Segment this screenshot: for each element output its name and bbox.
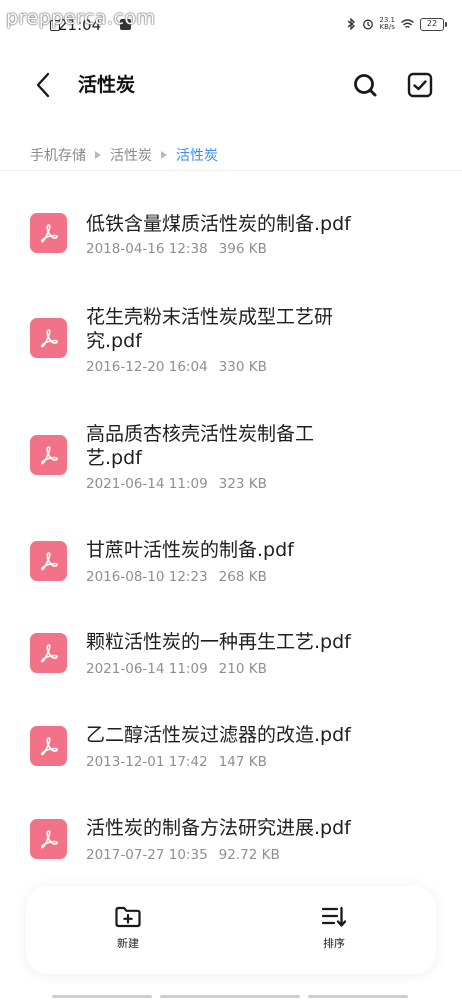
file-size: 92.72 KB — [218, 847, 280, 863]
checkbox-icon — [407, 72, 433, 98]
file-date: 2018-04-16 12:38 — [86, 241, 208, 257]
search-icon — [354, 74, 377, 97]
file-meta: 2013-12-01 17:42 147 KB — [86, 754, 267, 770]
file-name: 高品质杏核壳活性炭制备工艺.pdf — [86, 423, 315, 469]
nav-indicator — [160, 995, 300, 998]
nav-indicator — [308, 995, 408, 998]
file-row[interactable]: 活性炭的制备方法研究进展.pdf 2017-07-27 10:35 92.72 … — [0, 806, 462, 876]
new-folder-icon — [115, 906, 141, 928]
bluetooth-icon — [347, 18, 356, 30]
file-size: 396 KB — [218, 241, 267, 257]
file-name: 颗粒活性炭的一种再生工艺.pdf — [86, 631, 351, 653]
breadcrumb-separator-icon — [161, 151, 167, 159]
file-date: 2016-12-20 16:04 — [86, 359, 208, 375]
file-date: 2013-12-01 17:42 — [86, 754, 208, 770]
sort-label: 排序 — [323, 937, 345, 950]
pdf-file-icon — [30, 318, 67, 358]
file-row[interactable]: 低铁含量煤质活性炭的制备.pdf 2018-04-16 12:38 396 KB — [0, 200, 462, 270]
file-meta: 2021-06-14 11:09 210 KB — [86, 661, 267, 677]
file-manager-screen: 21:04 prepperca.com 23.1 KB/s 22 活性炭 手机存… — [0, 0, 462, 1000]
pdf-file-icon — [30, 541, 67, 581]
breadcrumb-item-current: 活性炭 — [176, 148, 218, 164]
pdf-file-icon — [30, 213, 67, 253]
battery-indicator: 22 — [420, 17, 447, 31]
network-speed: 23.1 KB/s — [379, 16, 395, 31]
alarm-icon — [363, 19, 374, 30]
multi-select-button[interactable] — [404, 69, 436, 101]
new-folder-button[interactable]: 新建 — [98, 904, 158, 960]
watermark: prepperca.com — [6, 7, 156, 29]
breadcrumb-separator-icon — [95, 151, 101, 159]
file-name: 活性炭的制备方法研究进展.pdf — [86, 817, 351, 839]
app-header: 活性炭 — [0, 56, 462, 114]
search-button[interactable] — [349, 69, 381, 101]
bottom-action-bar: 新建 排序 — [26, 886, 436, 974]
file-row[interactable]: 甘蔗叶活性炭的制备.pdf 2016-08-10 12:23 268 KB — [0, 528, 462, 598]
file-name: 花生壳粉末活性炭成型工艺研究.pdf — [86, 306, 334, 352]
file-date: 2021-06-14 11:09 — [86, 661, 208, 677]
file-meta: 2016-08-10 12:23 268 KB — [86, 569, 267, 585]
file-size: 323 KB — [218, 476, 267, 492]
file-row[interactable]: 花生壳粉末活性炭成型工艺研究.pdf 2016-12-20 16:04 330 … — [0, 300, 462, 390]
file-row[interactable]: 乙二醇活性炭过滤器的改造.pdf 2013-12-01 17:42 147 KB — [0, 713, 462, 783]
file-meta: 2021-06-14 11:09 323 KB — [86, 476, 267, 492]
nav-indicator — [52, 995, 152, 998]
file-size: 330 KB — [218, 359, 267, 375]
new-folder-label: 新建 — [117, 937, 139, 950]
file-date: 2021-06-14 11:09 — [86, 476, 208, 492]
file-meta: 2017-07-27 10:35 92.72 KB — [86, 847, 280, 863]
sort-icon — [321, 906, 347, 927]
status-icons: 23.1 KB/s 22 — [345, 15, 447, 33]
pdf-file-icon — [30, 435, 67, 475]
breadcrumb: 手机存储 活性炭 活性炭 — [30, 144, 218, 166]
file-row[interactable]: 颗粒活性炭的一种再生工艺.pdf 2021-06-14 11:09 210 KB — [0, 620, 462, 690]
status-bar: 21:04 prepperca.com 23.1 KB/s 22 — [0, 0, 462, 44]
breadcrumb-item-storage[interactable]: 手机存储 — [30, 145, 86, 165]
back-arrow-icon — [36, 72, 50, 98]
wifi-icon — [401, 19, 414, 28]
breadcrumb-item-folder[interactable]: 活性炭 — [110, 145, 152, 165]
pdf-file-icon — [30, 633, 67, 673]
file-size: 268 KB — [218, 569, 267, 585]
file-date: 2017-07-27 10:35 — [86, 847, 208, 863]
file-date: 2016-08-10 12:23 — [86, 569, 208, 585]
sort-button[interactable]: 排序 — [304, 904, 364, 960]
file-name: 乙二醇活性炭过滤器的改造.pdf — [86, 724, 351, 746]
pdf-file-icon — [30, 726, 67, 766]
pdf-file-icon — [30, 819, 67, 859]
file-name: 甘蔗叶活性炭的制备.pdf — [86, 539, 294, 561]
file-size: 210 KB — [218, 661, 267, 677]
file-name: 低铁含量煤质活性炭的制备.pdf — [86, 213, 351, 235]
back-button[interactable] — [28, 68, 58, 102]
file-meta: 2016-12-20 16:04 330 KB — [86, 359, 267, 375]
file-meta: 2018-04-16 12:38 396 KB — [86, 241, 267, 257]
page-title: 活性炭 — [78, 74, 136, 96]
divider — [0, 170, 462, 171]
file-size: 147 KB — [218, 754, 267, 770]
file-row[interactable]: 高品质杏核壳活性炭制备工艺.pdf 2021-06-14 11:09 323 K… — [0, 417, 462, 507]
